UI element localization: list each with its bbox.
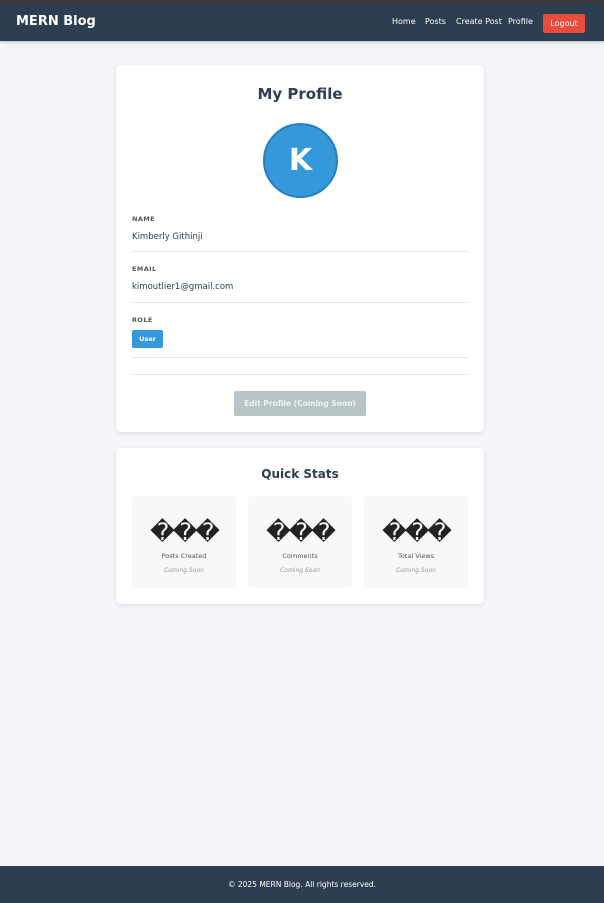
profile-card: My Profile K NAME Kimberly Githinji EMAI… [116,65,484,432]
navbar: MERN Blog Home Posts Create Post Profile… [0,4,604,41]
quick-stats-card: Quick Stats ��� Posts Created Coming Soo… [116,448,484,604]
missing-glyph-icon: ��� [150,518,220,546]
avatar: K [263,123,338,198]
stats-title: Quick Stats [261,467,339,481]
role-label: ROLE [132,316,153,324]
page-title: My Profile [257,85,343,103]
name-value: Kimberly Githinji [132,232,203,242]
edit-profile-button[interactable]: Edit Profile (Coming Soon) [234,391,366,416]
role-badge: User [132,330,163,348]
stat-comments: ��� Comments Coming Soon [248,496,352,588]
divider [132,302,468,303]
stat-total-views: ��� Total Views Coming Soon [364,496,468,588]
missing-glyph-icon: ��� [266,518,336,546]
nav-link-profile[interactable]: Profile [508,17,533,26]
stat-label: Comments [282,552,318,560]
footer-copyright: © 2025 MERN Blog. All rights reserved. [227,880,377,889]
stat-status: Coming Soon [164,567,204,574]
nav-link-create-post[interactable]: Create Post [456,17,502,26]
brand-logo[interactable]: MERN Blog [16,14,96,29]
nav-link-home[interactable]: Home [392,17,416,26]
stat-label: Posts Created [161,552,207,560]
nav-link-posts[interactable]: Posts [425,17,446,26]
name-label: NAME [132,215,155,223]
stat-label: Total Views [397,552,435,560]
stat-posts-created: ��� Posts Created Coming Soon [132,496,236,588]
email-value: kimoutlier1@gmail.com [132,282,234,292]
stat-status: Coming Soon [280,567,320,574]
divider [132,251,468,252]
stat-status: Coming Soon [396,567,436,574]
divider [132,374,468,375]
divider [132,357,468,358]
email-label: EMAIL [132,265,157,273]
footer: © 2025 MERN Blog. All rights reserved. [0,866,604,903]
logout-button[interactable]: Logout [543,14,585,33]
missing-glyph-icon: ��� [382,518,452,546]
